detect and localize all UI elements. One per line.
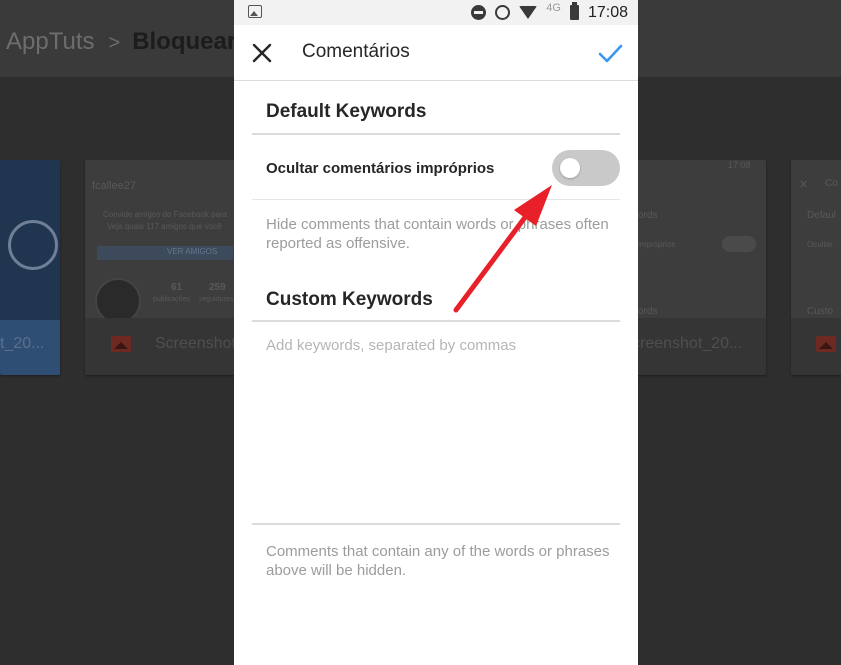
battery-icon [569,2,579,20]
custom-keywords-input[interactable] [266,334,616,356]
mini-username: fcallee27 [92,180,137,192]
check-icon [598,44,623,63]
mini-button-label: VER AMIGOS [167,247,218,256]
card-thumbnail: fcallee27 Convide amigos do Facebook par… [85,160,235,324]
input-bottom-divider [252,523,620,525]
breadcrumb-separator: > [108,32,121,54]
close-icon [252,43,272,63]
status-icons: 4G 17:08 [471,0,628,25]
card-caption: creenshot_20... [632,335,743,352]
mini-toggle [722,236,756,252]
breadcrumb-current: Bloquear [132,28,237,55]
alarm-icon [495,5,511,20]
gallery-card-screenshot-2[interactable]: 17:08 ords impróprios ords creenshot_20.… [616,160,766,375]
mini-label-c: Custo [807,306,834,317]
mini-title: Co [825,178,838,189]
gallery-notification-icon [248,5,262,18]
mini-banner-line2: Veja quais 117 amigos que você [107,222,222,231]
card-footer: Screenshot [85,318,235,375]
default-keywords-help: Hide comments that contain words or phra… [266,216,609,252]
default-keywords-heading: Default Keywords [266,101,427,122]
image-file-icon [111,336,131,352]
card-thumbnail [0,160,60,320]
mini-label-b: Ocultar [807,240,833,249]
toggle-knob [560,158,580,178]
card-caption: Screenshot [155,335,235,352]
confirm-button[interactable] [594,37,626,69]
app-bar: Comentários [234,25,638,81]
gallery-card-screenshot-1[interactable]: fcallee27 Convide amigos do Facebook par… [85,160,235,375]
status-bar: 4G 17:08 [234,0,638,25]
page-title: Comentários [302,41,410,62]
mini-label-a: Defaul [807,210,836,221]
hide-offensive-comments-toggle[interactable] [552,150,620,186]
network-type: 4G [546,1,561,14]
card-caption: t_20... [0,335,45,352]
mini-stat-2: 259 [209,282,226,293]
custom-keywords-heading: Custom Keywords [266,289,433,310]
image-file-icon [816,336,836,352]
breadcrumb-root[interactable]: AppTuts [6,28,95,55]
breadcrumb: AppTuts > Bloquear [6,28,236,56]
mini-banner-line1: Convide amigos do Facebook para [103,210,228,219]
do-not-disturb-icon [471,5,487,20]
card-thumbnail: 17:08 ords impróprios ords [616,160,766,318]
mini-label-a: ords [638,210,658,221]
row-divider [252,199,620,200]
mini-time: 17:08 [728,160,751,170]
mini-label-b: impróprios [638,240,676,249]
mini-label-c: ords [638,306,658,317]
gallery-card-screenshot-3[interactable]: ✕ Co Defaul Ocultar Custo [791,160,841,375]
section-divider [252,320,620,322]
status-time: 17:08 [587,3,628,21]
hide-offensive-comments-label: Ocultar comentários impróprios [266,160,495,177]
wifi-icon [519,6,538,19]
card-footer: creenshot_20... [616,318,766,375]
close-button[interactable] [248,39,276,67]
mini-stat-2-label: seguidores [199,296,234,303]
card-footer [791,318,841,375]
mini-stat-1-label: publicações [153,296,190,303]
gallery-card-left[interactable]: t_20... [0,160,60,375]
mini-button: VER AMIGOS [97,246,233,260]
card-thumbnail: ✕ Co Defaul Ocultar Custo [791,160,841,318]
phone-screen: 4G 17:08 Comentários Default Keywords Oc… [234,0,638,665]
custom-keywords-help: Comments that contain any of the words o… [266,543,610,579]
mini-close-icon: ✕ [799,179,809,191]
mini-stat-1: 61 [171,282,183,293]
section-divider [252,133,620,135]
